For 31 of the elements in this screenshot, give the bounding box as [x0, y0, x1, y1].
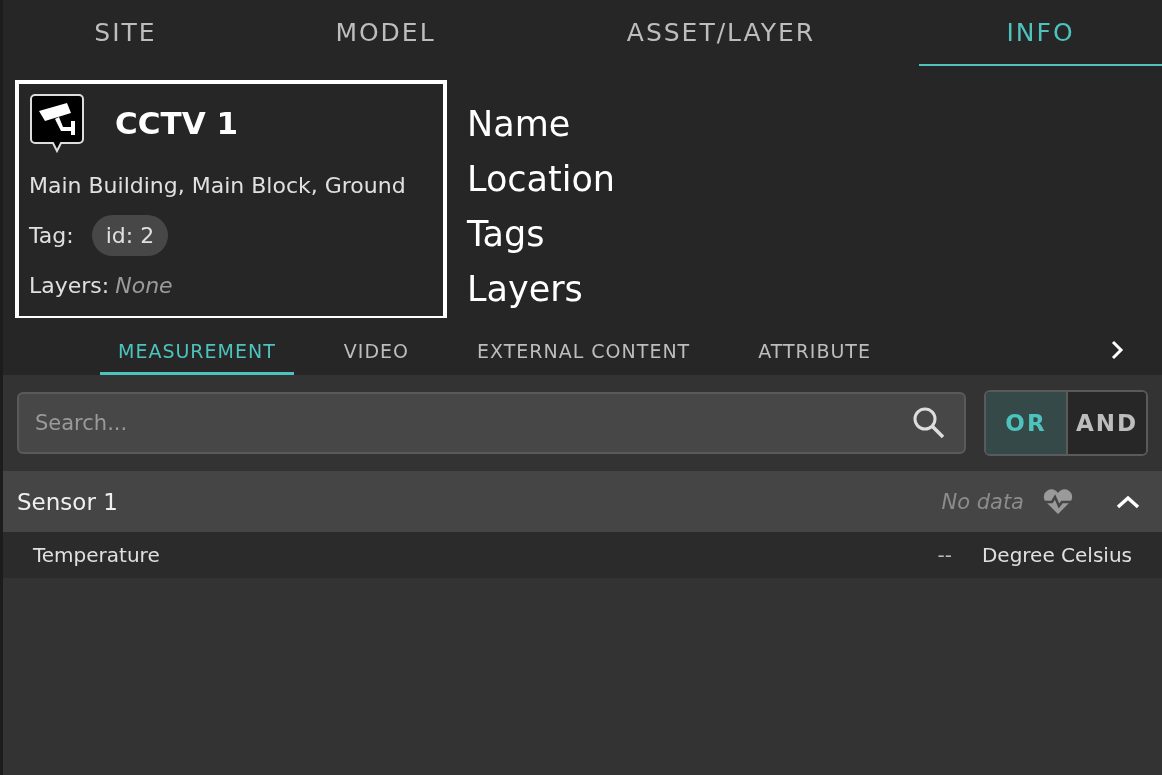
logic-toggle[interactable]: AND [1066, 392, 1146, 454]
nav-tab[interactable]: MODEL [248, 0, 523, 66]
content-tab[interactable]: EXTERNAL CONTENT [459, 340, 709, 375]
asset-name: CCTV 1 [115, 105, 238, 142]
annotation-label: Location [467, 157, 616, 201]
measurement-value: -- [937, 543, 952, 567]
sensor-status: No data [941, 489, 1024, 514]
annotation-label: Tags [467, 212, 546, 256]
annotation-label: Layers [467, 267, 584, 311]
nav-tab[interactable]: ASSET/LAYER [523, 0, 919, 66]
tag-chip: id: 2 [91, 214, 169, 256]
layers-label: Layers: [29, 272, 110, 298]
nav-tab[interactable]: SITE [3, 0, 248, 66]
content-tab[interactable]: VIDEO [325, 340, 427, 375]
nav-tab[interactable]: INFO [919, 0, 1162, 66]
measurement-unit: Degree Celsius [981, 543, 1132, 567]
measurement-name: Temperature [33, 543, 160, 567]
content-tab[interactable]: ATTRIBUTE [740, 340, 889, 375]
chevron-up-icon[interactable] [1116, 494, 1140, 509]
annotation-label: Name [467, 102, 572, 146]
sensor-name: Sensor 1 [17, 488, 118, 515]
heart-pulse-icon [1042, 488, 1074, 515]
asset-location: Main Building, Main Block, Ground [29, 173, 406, 199]
search-icon[interactable] [912, 406, 946, 440]
logic-toggle[interactable]: OR [986, 392, 1066, 454]
cctv-camera-icon [29, 93, 85, 154]
sensor-header[interactable]: Sensor 1 No data [3, 471, 1162, 532]
layers-value: None [115, 272, 173, 298]
search-field[interactable]: Search... [17, 392, 966, 454]
tag-label: Tag: [29, 222, 74, 248]
chevron-right-icon[interactable] [1110, 339, 1124, 361]
